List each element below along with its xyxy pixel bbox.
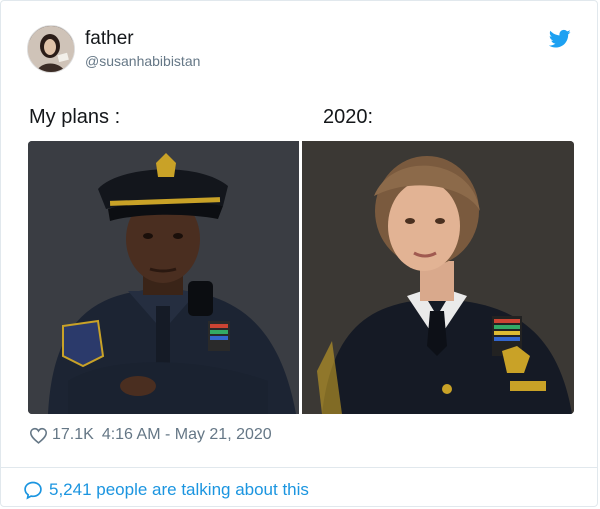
like-count[interactable]: 17.1K — [52, 426, 94, 444]
heart-icon[interactable] — [29, 427, 48, 444]
tweet-header: father @susanhabibistan — [27, 25, 200, 73]
display-name[interactable]: father — [85, 28, 200, 50]
avatar[interactable] — [27, 25, 75, 73]
tweet-text-2020: 2020: — [323, 106, 374, 128]
twitter-bird-icon[interactable] — [549, 29, 571, 49]
tweet-meta: 17.1K 4:16 AM - May 21, 2020 — [29, 426, 272, 444]
officer-woman-illustration — [302, 141, 574, 414]
tweet-timestamp[interactable]: 4:16 AM - May 21, 2020 — [102, 426, 272, 444]
speech-bubble-icon — [24, 481, 42, 500]
tweet-card: father @susanhabibistan My plans : 2020: — [0, 0, 598, 507]
photo-police-officer-man[interactable] — [28, 141, 299, 414]
user-handle[interactable]: @susanhabibistan — [85, 52, 200, 70]
avatar-image — [28, 26, 74, 72]
conversation-link[interactable]: 5,241 people are talking about this — [23, 480, 309, 500]
divider — [1, 467, 597, 468]
tweet-text-plans: My plans : — [29, 106, 121, 128]
tweet-media[interactable] — [28, 141, 574, 414]
conversation-count[interactable]: 5,241 people are talking about this — [49, 480, 309, 500]
photo-police-officer-woman[interactable] — [302, 141, 574, 414]
officer-man-illustration — [28, 141, 299, 414]
